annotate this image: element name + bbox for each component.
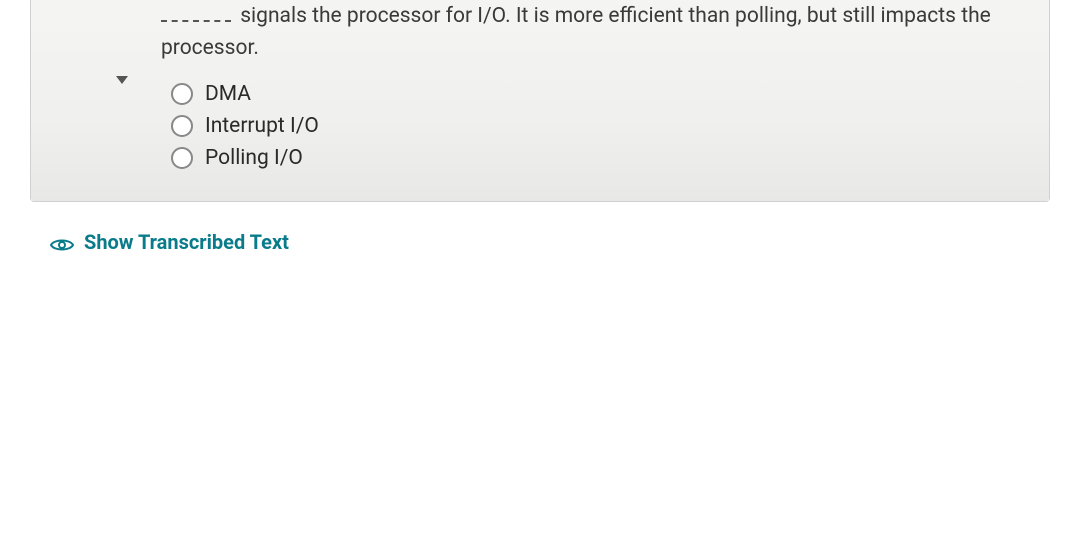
option-row[interactable]: DMA (171, 82, 1029, 106)
collapse-caret-icon[interactable] (116, 76, 128, 84)
options-list: DMA Interrupt I/O Polling I/O (161, 82, 1029, 170)
question-card: signals the processor for I/O. It is mor… (30, 0, 1050, 202)
option-row[interactable]: Interrupt I/O (171, 114, 1029, 138)
show-transcribed-label: Show Transcribed Text (84, 230, 289, 254)
page-container: signals the processor for I/O. It is mor… (0, 0, 1080, 254)
question-prompt: signals the processor for I/O. It is mor… (161, 4, 991, 60)
option-label: Interrupt I/O (205, 114, 319, 138)
eye-icon (50, 234, 74, 250)
option-label: Polling I/O (205, 146, 303, 170)
radio-icon[interactable] (171, 115, 193, 137)
question-text: signals the processor for I/O. It is mor… (161, 1, 1029, 64)
fill-blank (161, 20, 231, 22)
question-content: signals the processor for I/O. It is mor… (31, 0, 1049, 201)
radio-icon[interactable] (171, 83, 193, 105)
radio-icon[interactable] (171, 147, 193, 169)
option-label: DMA (205, 82, 251, 106)
show-transcribed-button[interactable]: Show Transcribed Text (50, 230, 1050, 254)
option-row[interactable]: Polling I/O (171, 146, 1029, 170)
